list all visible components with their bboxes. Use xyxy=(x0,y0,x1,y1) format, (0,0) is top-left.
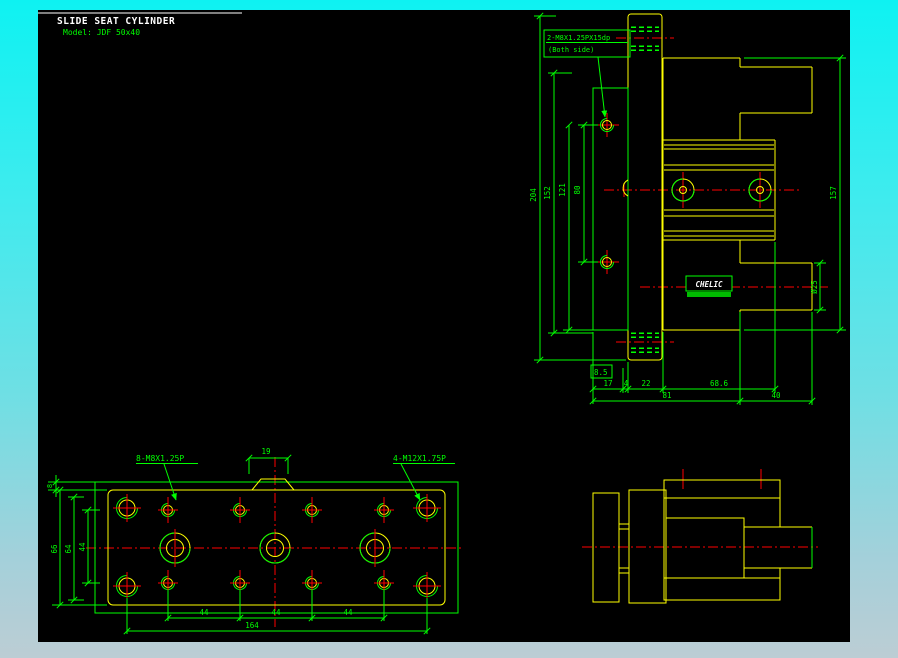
dim-8-5: 8.5 xyxy=(594,368,608,377)
dim-44-b: 44 xyxy=(271,608,281,617)
dim-68-6: 68.6 xyxy=(710,379,729,388)
cad-drawing-canvas: SLIDE SEAT CYLINDER Model: JDF 50x40 CHE… xyxy=(38,10,850,642)
dim-19: 19 xyxy=(261,447,270,456)
dim-40: 40 xyxy=(771,391,781,400)
dim-81: 81 xyxy=(662,391,671,400)
note-m8: 8-M8X1.25P xyxy=(136,454,184,463)
dim-152: 152 xyxy=(543,186,552,200)
dim-44-a: 44 xyxy=(199,608,209,617)
dim-164: 164 xyxy=(245,621,259,630)
dim-80: 80 xyxy=(573,185,582,195)
dim-44-left: 44 xyxy=(78,542,87,552)
thread-note-line1: 2-M8X1.25PX15dp xyxy=(547,34,610,42)
note-m12: 4-M12X1.75P xyxy=(393,454,446,463)
thread-note-line2: (Both side) xyxy=(548,46,594,54)
dim-121: 121 xyxy=(558,183,567,197)
cad-viewport: SLIDE SEAT CYLINDER Model: JDF 50x40 CHE… xyxy=(0,0,898,658)
dim-8: 8 xyxy=(46,484,54,488)
brand-logo: CHELIC xyxy=(685,275,733,297)
dim-rod-diameter: Ø25 xyxy=(810,280,819,294)
dim-17: 17 xyxy=(603,379,612,388)
logo-text: CHELIC xyxy=(695,280,723,289)
dim-204: 204 xyxy=(529,188,538,202)
dim-66: 66 xyxy=(50,544,59,554)
dim-157: 157 xyxy=(829,186,838,200)
drawing-title: SLIDE SEAT CYLINDER xyxy=(57,16,175,27)
dim-44-c: 44 xyxy=(343,608,353,617)
dim-22: 22 xyxy=(641,379,650,388)
dim-64: 64 xyxy=(64,544,73,554)
logo-underline-bar xyxy=(687,292,731,297)
dim-4: 4 xyxy=(624,379,629,388)
drawing-model: Model: JDF 50x40 xyxy=(63,28,140,37)
